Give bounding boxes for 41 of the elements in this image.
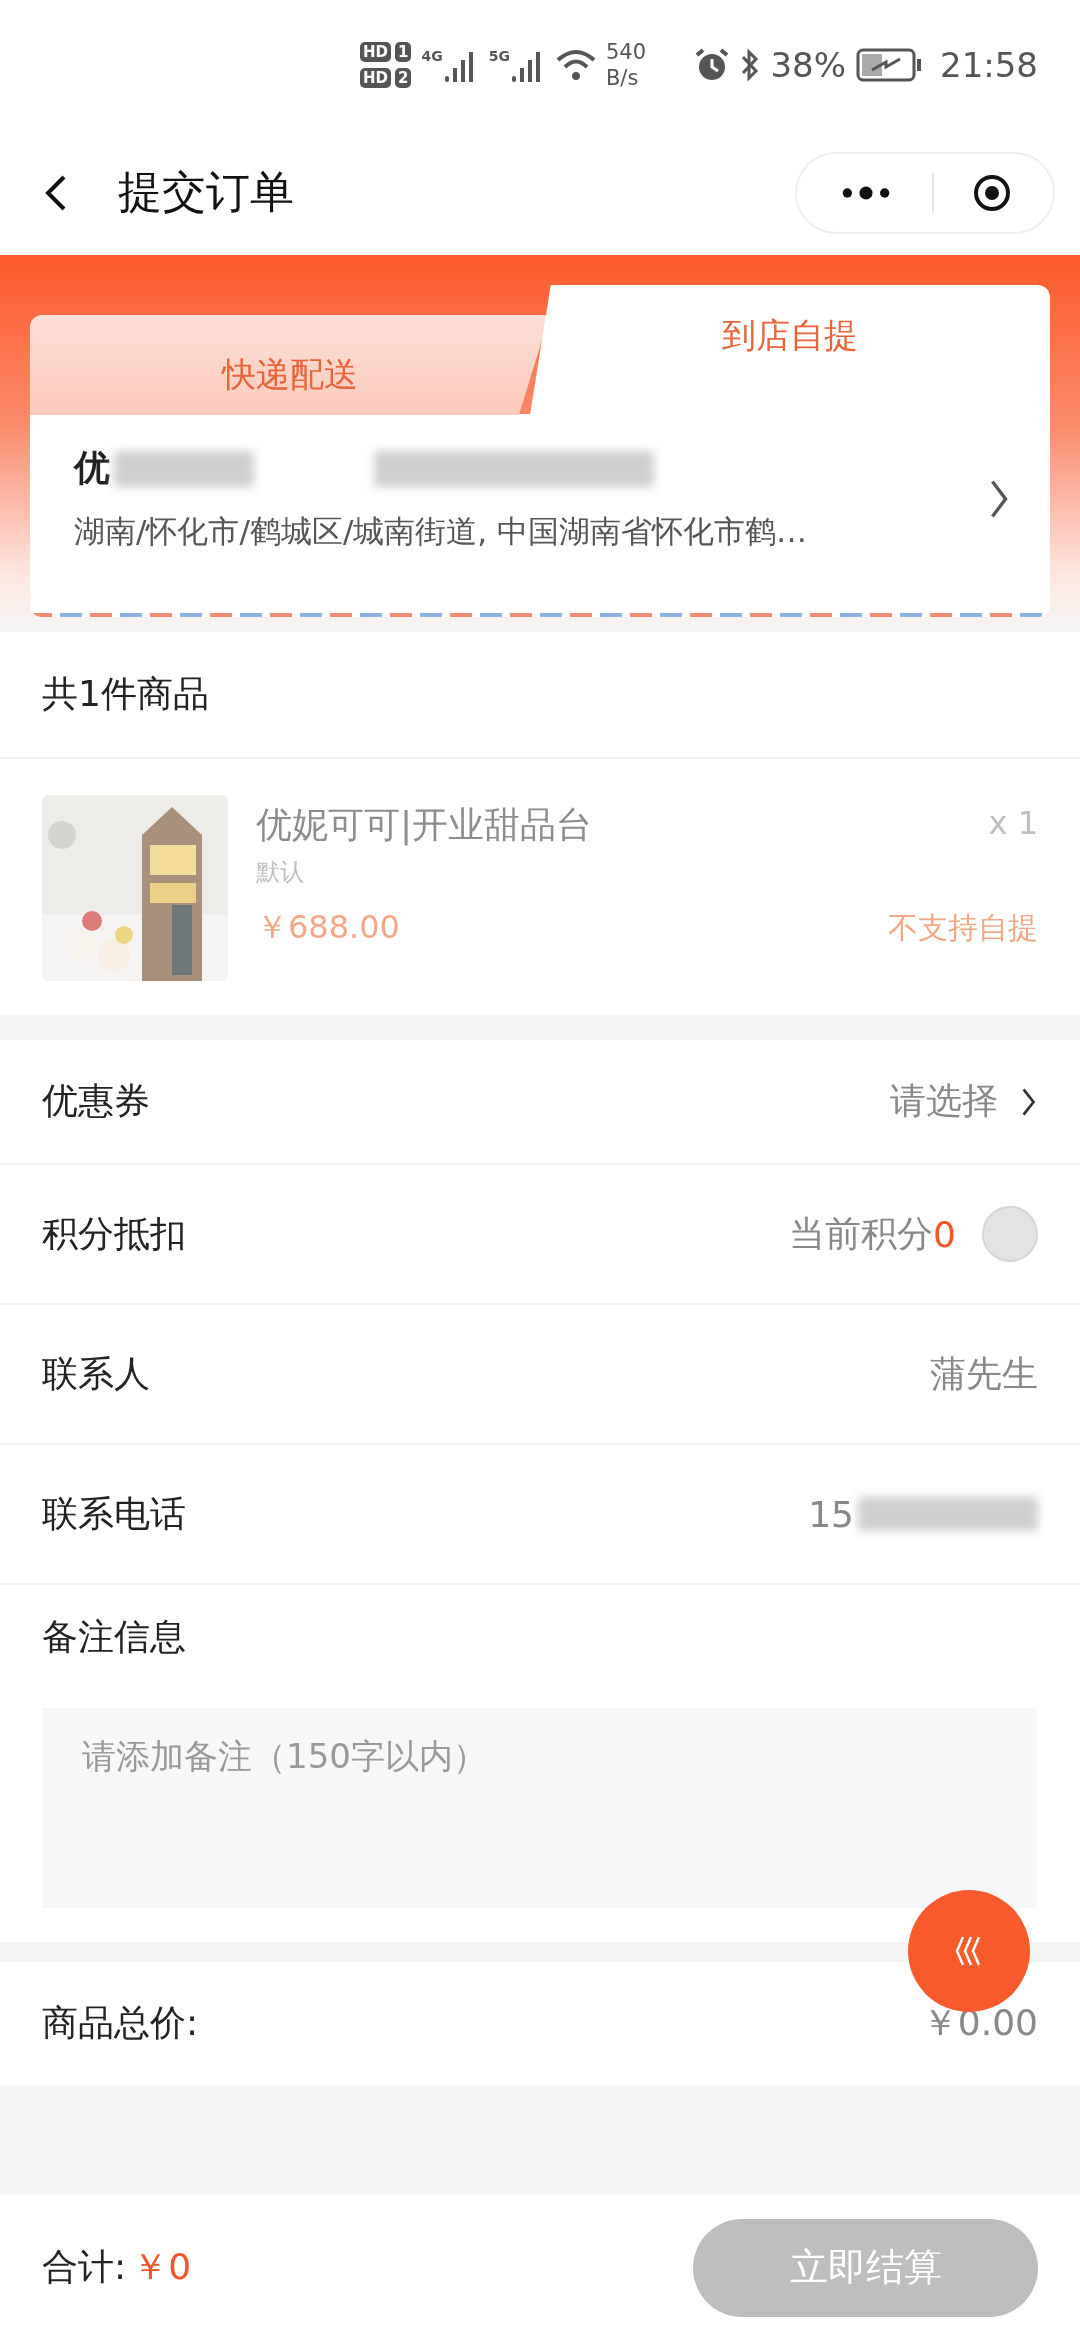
sim-label: HD [360, 42, 391, 62]
sim-label: HD [360, 68, 391, 88]
subtotal-label: 商品总价: [42, 2001, 199, 2045]
alarm-icon [694, 47, 731, 83]
contact-name: 优 [74, 446, 110, 490]
product-spec: 默认 [256, 857, 305, 888]
sim-slot: 1 [395, 42, 412, 62]
network-type: 5G [488, 48, 510, 64]
total-value: ￥0 [132, 2245, 192, 2289]
phone-value: 15 [808, 1493, 854, 1535]
total-label: 合计: [42, 2245, 127, 2289]
page-title: 提交订单 [118, 165, 294, 219]
clock: 21:58 [940, 45, 1038, 85]
quantity: x 1 [988, 803, 1038, 842]
sim-slot: 2 [395, 68, 412, 88]
contact-value: 蒲先生 [930, 1351, 1038, 1396]
points-text: 当前积分 [789, 1211, 934, 1256]
bluetooth-icon [740, 47, 761, 83]
battery-charging-icon [856, 48, 922, 82]
field-label: 联系电话 [42, 1491, 186, 1536]
wifi-icon [555, 48, 596, 82]
remark-field[interactable]: 请添加备注（150字以内） [42, 1708, 1037, 1908]
item-count: 共1件商品 [42, 672, 209, 716]
address-card[interactable]: 优 湖南/怀化市/鹤城区/城南街道, 中国湖南省怀化市鹤… [30, 414, 1050, 613]
field-label: 优惠券 [42, 1079, 150, 1123]
points-checkbox[interactable] [982, 1206, 1038, 1262]
product-name: 优妮可可|开业甜品台 [256, 803, 593, 848]
subtotal-value: ￥0.00 [921, 2001, 1038, 2045]
field-label: 备注信息 [42, 1615, 187, 1659]
delivery-tab[interactable]: 到店自提 [530, 285, 1050, 415]
network-speed: B/s [605, 65, 640, 91]
battery-percent: 38% [770, 45, 846, 85]
points-value: 0 [933, 1213, 956, 1255]
product-price: ￥688.00 [256, 907, 400, 948]
network-type: 4G [421, 48, 443, 64]
pickup-note: 不支持自提 [888, 908, 1038, 947]
coupon-picker[interactable]: 请选择 [890, 1077, 998, 1126]
field-label: 积分抵扣 [42, 1211, 186, 1256]
address-text: 湖南/怀化市/鹤城区/城南街道, 中国湖南省怀化市鹤… [74, 512, 809, 551]
field-label: 联系人 [42, 1351, 150, 1396]
network-speed: 540 [605, 39, 646, 65]
